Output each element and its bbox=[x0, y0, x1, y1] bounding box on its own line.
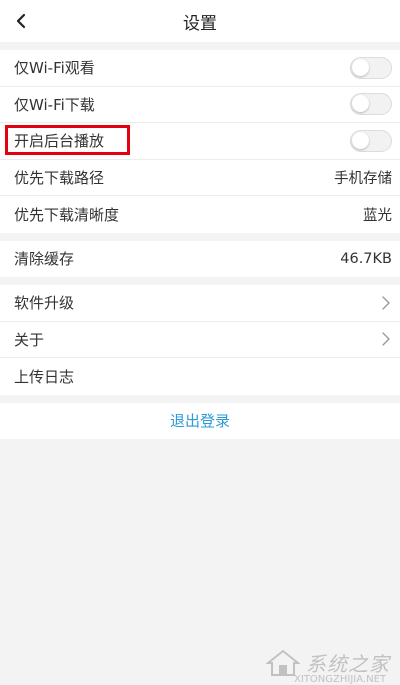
logout-section: 退出登录 bbox=[0, 402, 400, 439]
playback-settings-group: 仅Wi-Fi观看 仅Wi-Fi下载 开启后台播放 优先下载路径 手机存储 优先下… bbox=[0, 50, 400, 233]
wifi-download-toggle[interactable] bbox=[350, 93, 392, 116]
setting-label: 仅Wi-Fi观看 bbox=[14, 59, 95, 78]
setting-label: 优先下载路径 bbox=[14, 168, 105, 187]
download-path-value: 手机存储 bbox=[334, 170, 392, 187]
toggle-knob bbox=[352, 58, 369, 76]
watermark: 系统之家 XITONGZHIJIA.NET bbox=[266, 648, 390, 685]
chevron-right-icon bbox=[380, 332, 392, 346]
setting-row-background-play: 开启后台播放 bbox=[0, 123, 400, 160]
watermark-text: 系统之家 bbox=[306, 652, 390, 676]
section-divider bbox=[0, 394, 400, 403]
background-play-toggle[interactable] bbox=[350, 129, 392, 152]
section-divider bbox=[0, 232, 400, 241]
setting-row-download-quality[interactable]: 优先下载清晰度 蓝光 bbox=[0, 196, 400, 233]
setting-label: 上传日志 bbox=[14, 367, 75, 386]
app-header: 设置 bbox=[0, 0, 400, 42]
watermark-url: XITONGZHIJIA.NET bbox=[294, 674, 386, 685]
cache-size-value: 46.7KB bbox=[340, 250, 392, 267]
section-divider bbox=[0, 42, 400, 50]
chevron-left-icon bbox=[16, 13, 26, 29]
setting-row-upgrade[interactable]: 软件升级 bbox=[0, 285, 400, 322]
toggle-knob bbox=[352, 95, 369, 113]
setting-label: 开启后台播放 bbox=[14, 132, 105, 151]
setting-row-wifi-download: 仅Wi-Fi下载 bbox=[0, 87, 400, 123]
setting-label: 软件升级 bbox=[14, 294, 75, 313]
empty-background: 系统之家 XITONGZHIJIA.NET bbox=[0, 446, 400, 685]
logout-button[interactable]: 退出登录 bbox=[170, 410, 230, 431]
wifi-watch-toggle[interactable] bbox=[350, 56, 392, 79]
setting-row-wifi-watch: 仅Wi-Fi观看 bbox=[0, 50, 400, 87]
toggle-knob bbox=[352, 131, 369, 149]
house-logo-icon bbox=[266, 649, 300, 676]
cache-group: 清除缓存 46.7KB bbox=[0, 240, 400, 278]
about-group: 软件升级 关于 上传日志 bbox=[0, 285, 400, 395]
setting-label: 仅Wi-Fi下载 bbox=[14, 95, 95, 114]
setting-row-upload-log[interactable]: 上传日志 bbox=[0, 358, 400, 395]
section-divider bbox=[0, 277, 400, 285]
setting-row-about[interactable]: 关于 bbox=[0, 322, 400, 358]
back-button[interactable] bbox=[6, 6, 36, 36]
setting-row-clear-cache[interactable]: 清除缓存 46.7KB bbox=[0, 241, 400, 278]
setting-label: 清除缓存 bbox=[14, 250, 75, 269]
download-quality-value: 蓝光 bbox=[363, 207, 392, 224]
page-title: 设置 bbox=[183, 13, 217, 34]
setting-row-download-path[interactable]: 优先下载路径 手机存储 bbox=[0, 160, 400, 196]
setting-label: 优先下载清晰度 bbox=[14, 205, 120, 224]
chevron-right-icon bbox=[380, 296, 392, 310]
setting-label: 关于 bbox=[14, 330, 45, 349]
